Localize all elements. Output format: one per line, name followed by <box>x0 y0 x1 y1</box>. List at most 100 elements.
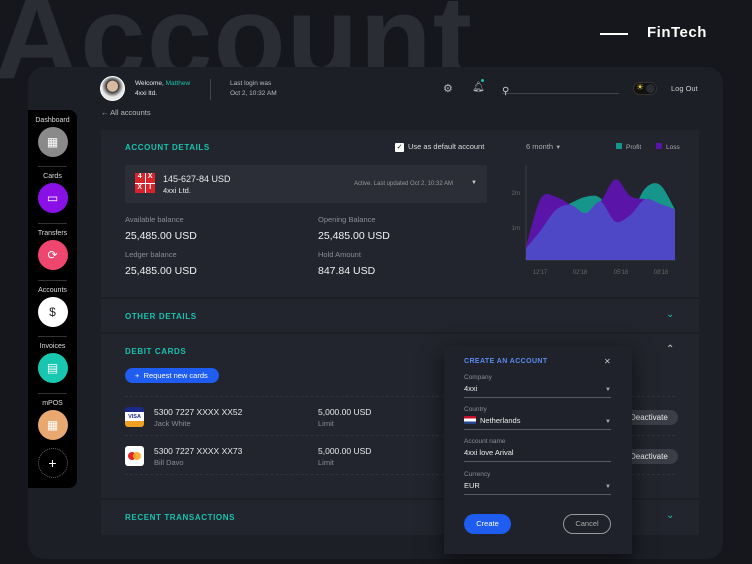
sidebar-item-transfers[interactable]: Transfers ⟳ <box>28 230 77 270</box>
sidebar-item-cards[interactable]: Cards ▭ <box>28 173 77 213</box>
y-tick-label: 2m <box>512 191 520 197</box>
chevron-up-icon[interactable]: ⌃ <box>666 344 674 355</box>
legend-profit: Profit <box>616 143 641 151</box>
notification-dot <box>481 79 484 82</box>
period-dropdown[interactable]: 6 month ▼ <box>526 142 561 151</box>
sidebar-label: Dashboard <box>35 117 70 124</box>
card-holder: Bill Davo <box>154 458 184 467</box>
account-selector[interactable]: 4XXI 145-627-84 USD 4xxi Ltd. Active. La… <box>125 165 487 203</box>
cards-icon: ▭ <box>37 183 68 213</box>
create-account-modal: CREATE AN ACCOUNT ✕ Company 4xxi ▼ Countr… <box>444 346 632 554</box>
sidebar-label: Invoices <box>39 343 66 350</box>
country-select[interactable]: Netherlands ▼ <box>464 416 611 430</box>
account-number: 145-627-84 USD <box>163 174 231 184</box>
plus-icon: + <box>37 448 68 478</box>
user-name: Matthew <box>165 80 191 87</box>
x-tick-label: 02'18 <box>573 270 588 276</box>
profit-loss-chart: 1m 2m 12'17 02'18 05'18 08'18 <box>512 165 676 276</box>
sidebar: Dashboard ▦ Cards ▭ Transfers ⟳ Accounts $ I… <box>28 110 77 488</box>
card-number: 5300 7227 XXXX XX52 <box>154 407 243 417</box>
back-link[interactable]: ← All accounts <box>101 108 151 117</box>
dashboard-icon: ▦ <box>37 127 68 157</box>
currency-select[interactable]: EUR ▼ <box>464 481 611 495</box>
brand-divider <box>600 33 628 35</box>
x-tick-label: 08'18 <box>654 270 669 276</box>
logo-cell: I <box>145 183 155 193</box>
invoices-icon: ▤ <box>37 353 68 383</box>
header-divider <box>210 79 211 100</box>
caret-down-icon: ▼ <box>605 419 611 425</box>
balance-value: 25,485.00 USD <box>318 230 390 242</box>
search-input[interactable]: ⚲ <box>502 81 619 97</box>
balance-value: 847.84 USD <box>318 265 376 277</box>
balance-value: 25,485.00 USD <box>125 265 197 277</box>
card-limit: 5,000.00 USD <box>318 446 372 456</box>
arrow-left-icon: ← <box>101 108 109 117</box>
logo-cell: 4 <box>135 173 145 183</box>
logo-cell: X <box>145 173 155 183</box>
balance-label: Available balance <box>125 215 184 224</box>
check-icon: ✓ <box>395 143 404 152</box>
x-tick-label: 12'17 <box>533 270 548 276</box>
section-title: DEBIT CARDS <box>125 347 187 356</box>
plus-icon: + <box>135 371 140 380</box>
chevron-down-icon[interactable]: ⌄ <box>666 510 674 521</box>
account-status: Active. Last updated Oct 2, 10:32 AM <box>354 181 454 187</box>
card-limit-label: Limit <box>318 458 334 467</box>
logout-button[interactable]: Log Out <box>671 84 698 93</box>
theme-toggle[interactable]: ☀ <box>633 82 657 95</box>
avatar[interactable] <box>100 76 125 101</box>
section-title: OTHER DETAILS <box>125 312 197 321</box>
checkbox-label: Use as default account <box>408 142 485 151</box>
create-button[interactable]: Create <box>464 514 511 534</box>
legend-loss: Loss <box>656 143 680 151</box>
company-select[interactable]: 4xxi ▼ <box>464 384 611 398</box>
sidebar-label: Accounts <box>38 287 67 294</box>
sidebar-item-invoices[interactable]: Invoices ▤ <box>28 343 77 383</box>
gear-icon[interactable]: ⚙ <box>443 82 453 95</box>
balance-value: 25,485.00 USD <box>125 230 197 242</box>
default-account-checkbox[interactable]: ✓ Use as default account <box>395 142 484 152</box>
caret-down-icon: ▼ <box>605 484 611 490</box>
close-icon[interactable]: ✕ <box>604 357 611 366</box>
caret-down-icon[interactable]: ▼ <box>471 180 477 186</box>
card-limit-label: Limit <box>318 419 334 428</box>
accounts-icon: $ <box>37 297 68 327</box>
sidebar-item-mpos[interactable]: mPOS ▦ <box>28 400 77 440</box>
brand-logo: FinTech <box>647 24 707 41</box>
sun-icon: ☀ <box>636 82 645 92</box>
country-value: Netherlands <box>480 416 521 425</box>
request-new-cards-button[interactable]: + Request new cards <box>125 368 219 383</box>
legend-label: Loss <box>666 144 680 151</box>
sidebar-label: Transfers <box>37 230 68 237</box>
last-login-time: Oct 2, 10:32 AM <box>230 90 277 97</box>
netherlands-flag-icon <box>464 416 476 424</box>
legend-label: Profit <box>626 144 642 151</box>
welcome-text: Welcome, Matthew <box>135 80 190 87</box>
country-label: Country <box>464 406 487 413</box>
balance-label: Hold Amount <box>318 250 361 259</box>
currency-value: EUR <box>464 481 480 490</box>
period-value: 6 month <box>526 142 554 151</box>
currency-label: Currency <box>464 471 491 478</box>
button-label: Request new cards <box>143 371 208 380</box>
account-name-input[interactable]: 4xxi love Arival <box>464 448 611 462</box>
account-company: 4xxi Ltd. <box>163 186 191 195</box>
logo-cell: X <box>135 183 145 193</box>
add-button[interactable]: + <box>28 448 77 478</box>
search-icon: ⚲ <box>502 86 510 97</box>
bell-icon[interactable]: 🔔︎ <box>472 79 485 93</box>
section-title: RECENT TRANSACTIONS <box>125 513 236 522</box>
transfers-icon: ⟳ <box>37 240 68 270</box>
last-login-label: Last login was <box>230 80 272 87</box>
sidebar-item-accounts[interactable]: Accounts $ <box>28 287 77 327</box>
welcome-label: Welcome, <box>135 80 164 87</box>
sidebar-item-dashboard[interactable]: Dashboard ▦ <box>28 117 77 157</box>
balance-label: Ledger balance <box>125 250 177 259</box>
chevron-down-icon[interactable]: ⌄ <box>666 309 674 320</box>
section-title: ACCOUNT DETAILS <box>125 143 210 152</box>
company-name: 4xxi ltd. <box>135 90 158 97</box>
visa-icon: VISA <box>125 407 144 427</box>
cancel-button[interactable]: Cancel <box>563 514 611 534</box>
caret-down-icon: ▼ <box>555 145 562 151</box>
